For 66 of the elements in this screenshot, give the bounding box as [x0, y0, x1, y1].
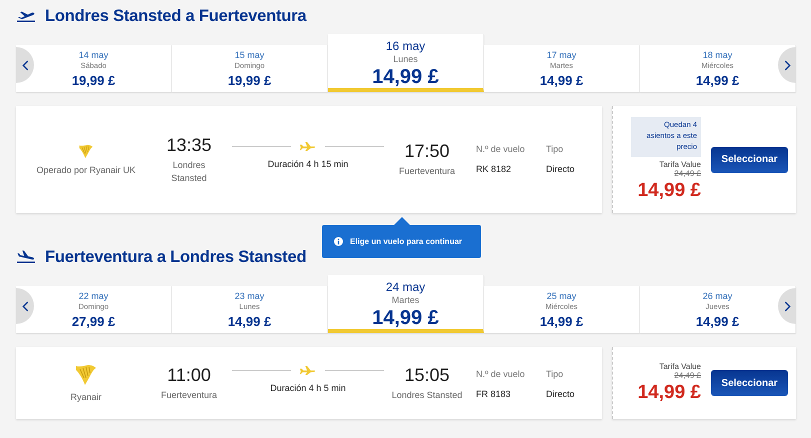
select-button[interactable]: Seleccionar — [711, 370, 788, 396]
date-label: 15 may — [234, 50, 264, 60]
select-button[interactable]: Seleccionar — [711, 146, 788, 172]
chevron-left-icon — [22, 60, 28, 70]
flight-number: FR 8183 — [476, 389, 512, 399]
plane-landing-icon — [16, 250, 36, 264]
date-price: 14,99 £ — [540, 73, 584, 88]
departure-airport: Londres Stansted — [170, 159, 208, 184]
date-label: 17 may — [546, 50, 576, 60]
date-price: 14,99 £ — [540, 314, 584, 329]
arrival-time: 15:05 — [404, 364, 450, 386]
date-price: 14,99 £ — [696, 314, 740, 329]
date-label: 18 may — [702, 50, 732, 60]
date-price: 14,99 £ — [696, 73, 740, 88]
flight-type: Directo — [546, 389, 576, 399]
chevron-left-icon — [22, 300, 28, 312]
date-label: 22 may — [78, 291, 108, 301]
date-label: 25 may — [546, 291, 576, 301]
date-price: 19,99 £ — [72, 73, 116, 88]
duration-label: Duración 4 h 5 min — [270, 382, 346, 392]
flight-number: RK 8182 — [476, 164, 512, 174]
duration-label: Duración 4 h 15 min — [268, 159, 348, 169]
date-tab[interactable]: 24 may Martes 14,99 £ — [328, 275, 484, 333]
fare-label: Tarifa Value — [659, 362, 701, 371]
date-price: 14,99 £ — [228, 314, 272, 329]
date-label: 24 may — [386, 280, 426, 294]
chevron-right-icon — [784, 300, 790, 312]
departure-time: 11:00 — [167, 364, 211, 386]
harp-logo-icon — [74, 364, 98, 386]
route-title: Fuerteventura a Londres Stansted — [45, 248, 306, 266]
plane-takeoff-icon — [16, 9, 36, 23]
info-icon — [334, 237, 343, 246]
weekday-label: Martes — [392, 295, 420, 305]
date-label: 23 may — [234, 291, 264, 301]
fare-price: 14,99 £ — [638, 382, 701, 404]
date-label: 26 may — [702, 291, 732, 301]
date-price: 14,99 £ — [372, 66, 439, 89]
departure-time: 13:35 — [166, 135, 212, 156]
arrival-time: 17:50 — [404, 141, 450, 162]
old-price: 24,49 £ — [674, 168, 701, 178]
date-tab[interactable]: 16 may Lunes 14,99 £ — [328, 34, 484, 92]
old-price: 24,49 £ — [674, 371, 701, 380]
arrival-airport: Londres Stansted — [390, 388, 464, 402]
operator-label: Ryanair — [70, 392, 102, 402]
departure-airport: Fuerteventura — [160, 388, 218, 402]
date-price: 19,99 £ — [228, 73, 272, 88]
date-price: 27,99 £ — [72, 314, 116, 329]
date-price: 14,99 £ — [372, 307, 439, 330]
operator-label: Operado por Ryanair UK — [36, 165, 136, 175]
flight-type: Directo — [546, 164, 576, 174]
tooltip-text: Elige un vuelo para continuar — [350, 237, 462, 246]
flight-number-label: N.º de vuelo — [476, 144, 526, 154]
flight-number-label: N.º de vuelo — [476, 369, 526, 379]
harp-logo-icon — [78, 144, 94, 159]
route-title: Londres Stansted a Fuerteventura — [45, 6, 306, 26]
plane-icon — [299, 366, 317, 374]
type-label: Tipo — [546, 369, 564, 379]
fare-label: Tarifa Value — [659, 160, 701, 169]
fare-price: 14,99 £ — [638, 180, 701, 202]
weekday-label: Lunes — [393, 54, 418, 64]
chevron-right-icon — [784, 60, 790, 70]
plane-icon — [299, 142, 317, 151]
date-label: 16 may — [386, 39, 426, 53]
type-label: Tipo — [546, 144, 564, 154]
date-label: 14 may — [78, 50, 108, 60]
arrival-airport: Fuerteventura — [398, 165, 456, 178]
